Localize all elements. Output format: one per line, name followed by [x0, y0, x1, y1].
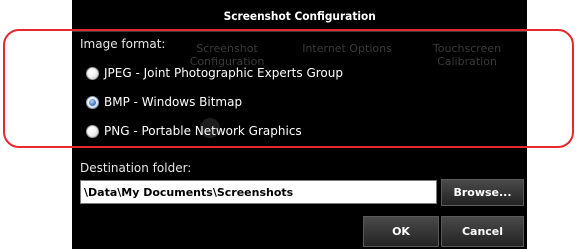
radio-label-png: PNG - Portable Network Graphics [104, 124, 302, 138]
radio-button-icon [86, 66, 99, 80]
ok-button[interactable]: OK [363, 216, 439, 247]
radio-button-selected-icon [86, 95, 99, 109]
bg-item-internet-options: Internet Options [302, 42, 392, 55]
bg-item-touchscreen-calibration: Touchscreen Calibration [432, 42, 502, 68]
cancel-button[interactable]: Cancel [441, 216, 524, 247]
dialog-title: Screenshot Configuration [223, 8, 376, 23]
screenshot-config-dialog: Screenshot Configuration Internet Option… [72, 0, 527, 249]
radio-option-jpeg[interactable]: JPEG - Joint Photographic Experts Group [86, 62, 343, 84]
image-format-label: Image format: [80, 37, 166, 51]
radio-label-jpeg: JPEG - Joint Photographic Experts Group [104, 66, 343, 80]
radio-button-icon [86, 124, 99, 138]
radio-option-bmp[interactable]: BMP - Windows Bitmap [86, 91, 242, 113]
destination-folder-label: Destination folder: [80, 161, 192, 175]
browse-button[interactable]: Browse... [441, 179, 524, 206]
radio-label-bmp: BMP - Windows Bitmap [104, 95, 243, 109]
destination-folder-input[interactable]: \Data\My Documents\Screenshots [80, 180, 437, 204]
dialog-titlebar: Screenshot Configuration [72, 0, 527, 32]
radio-option-png[interactable]: PNG - Portable Network Graphics [86, 120, 302, 142]
